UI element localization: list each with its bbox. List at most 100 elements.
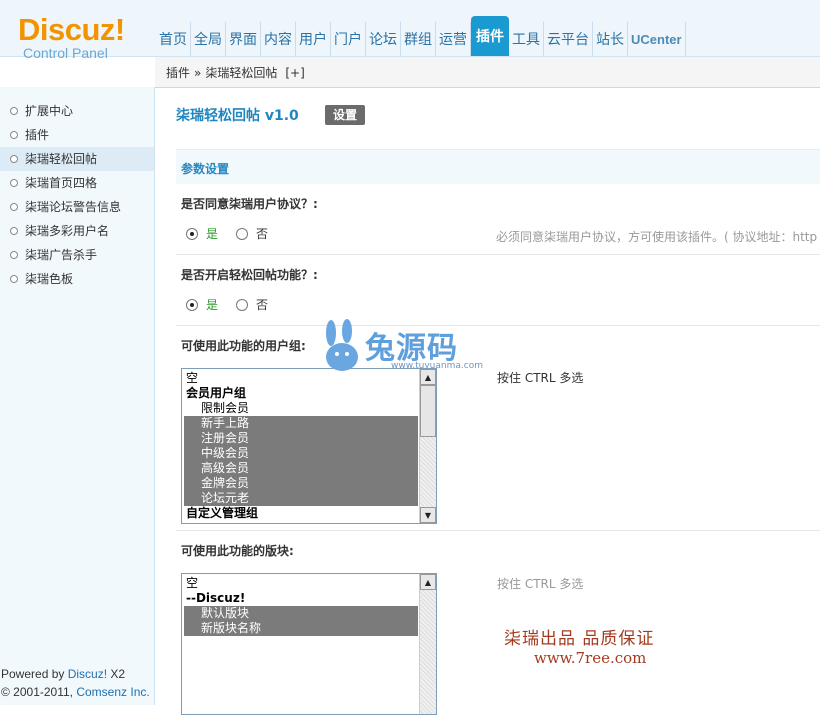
add-shortcut-button[interactable]: [+] — [285, 66, 304, 80]
bullet-icon — [10, 251, 18, 259]
breadcrumb-separator: » — [194, 66, 202, 80]
forums-hint: 按住 CTRL 多选 — [497, 577, 584, 591]
usergroups-question: 可使用此功能的用户组: — [181, 339, 306, 353]
breadcrumb-root[interactable]: 插件 — [166, 66, 190, 80]
agreement-question: 是否同意柒瑞用户协议？: — [181, 197, 318, 211]
sidebar-item-label: 扩展中心 — [25, 104, 74, 118]
sidebar-item-ad-killer[interactable]: 柒瑞广告杀手 — [0, 243, 154, 267]
forums-question: 可使用此功能的版块: — [181, 544, 294, 558]
nav-forum[interactable]: 论坛 — [366, 22, 401, 56]
sidebar-item-plugins[interactable]: 插件 — [0, 123, 154, 147]
agreement-no-label[interactable]: 否 — [256, 225, 268, 242]
bullet-icon — [10, 275, 18, 283]
powered-version: X2 — [107, 667, 126, 681]
section-header: 参数设置 — [176, 149, 820, 184]
settings-button[interactable]: 设置 — [325, 105, 365, 125]
forums-options: 空 --Discuz! 默认版块 新版块名称 — [184, 576, 418, 636]
usergroups-options: 空会员用户组 限制会员 新手上路 注册会员 中级会员 高级会员 金牌会员 论坛元老 自定义管理组 — [184, 371, 418, 521]
usergroups-multiselect[interactable]: 空会员用户组 限制会员 新手上路 注册会员 中级会员 高级会员 金牌会员 论坛元老 自定义管理组… — [181, 368, 437, 524]
bullet-icon — [10, 155, 18, 163]
copyright-prefix: © 2001-2011, — [1, 685, 77, 699]
select-option[interactable]: 会员用户组 — [184, 386, 418, 401]
select-option[interactable]: 空 — [184, 576, 418, 591]
agreement-yes-label[interactable]: 是 — [206, 225, 218, 242]
enable-radio-group: 是 否 — [186, 296, 268, 313]
sidebar-item-label: 柒瑞多彩用户名 — [25, 224, 110, 238]
nav-ucenter[interactable]: UCenter — [628, 22, 686, 56]
sidebar-item-easy-reply[interactable]: 柒瑞轻松回帖 — [0, 147, 154, 171]
enable-question: 是否开启轻松回帖功能？: — [181, 268, 318, 282]
enable-yes-label[interactable]: 是 — [206, 296, 218, 313]
select-option[interactable]: 新版块名称 — [184, 621, 418, 636]
sidebar-item-palette[interactable]: 柒瑞色板 — [0, 267, 154, 291]
select-option[interactable]: 注册会员 — [184, 431, 418, 446]
promo-url: www.7ree.com — [534, 649, 647, 667]
forums-multiselect[interactable]: 空 --Discuz! 默认版块 新版块名称 ▲ — [181, 573, 437, 715]
sidebar-item-forum-warning[interactable]: 柒瑞论坛警告信息 — [0, 195, 154, 219]
usergroups-scrollbar[interactable]: ▲ ▼ — [419, 369, 436, 523]
sidebar-item-label: 插件 — [25, 128, 50, 142]
sidebar-item-extension-center[interactable]: 扩展中心 — [0, 99, 154, 123]
nav-operation[interactable]: 运营 — [436, 22, 471, 56]
select-option[interactable]: 自定义管理组 — [184, 506, 418, 521]
divider — [176, 254, 820, 255]
sidebar-item-colorful-username[interactable]: 柒瑞多彩用户名 — [0, 219, 154, 243]
forums-scrollbar[interactable]: ▲ — [419, 574, 436, 714]
powered-by: Powered by Discuz! X2 — [1, 665, 150, 683]
breadcrumb: 插件 » 柒瑞轻松回帖 [+] — [166, 64, 305, 81]
breadcrumb-bar: 插件 » 柒瑞轻松回帖 [+] — [155, 57, 820, 88]
select-option[interactable]: 论坛元老 — [184, 491, 418, 506]
sidebar-item-label: 柒瑞轻松回帖 — [25, 152, 98, 166]
agreement-hint: 必须同意柒瑞用户协议，方可使用该插件。( 协议地址：http — [496, 230, 818, 244]
select-option[interactable]: 限制会员 — [184, 401, 418, 416]
watermark-url: www.tuyuanma.com — [391, 361, 483, 371]
select-option[interactable]: 金牌会员 — [184, 476, 418, 491]
bullet-icon — [10, 131, 18, 139]
sidebar-item-label: 柒瑞论坛警告信息 — [25, 200, 122, 214]
sidebar-item-home-grid[interactable]: 柒瑞首页四格 — [0, 171, 154, 195]
bullet-icon — [10, 203, 18, 211]
nav-groups[interactable]: 群组 — [401, 22, 436, 56]
select-option[interactable]: 默认版块 — [184, 606, 418, 621]
section-title: 参数设置 — [181, 162, 230, 176]
sidebar: 扩展中心 插件 柒瑞轻松回帖 柒瑞首页四格 柒瑞论坛警告信息 柒瑞多彩用户名 柒… — [0, 87, 155, 705]
scroll-up-icon[interactable]: ▲ — [420, 574, 436, 590]
enable-no-label[interactable]: 否 — [256, 296, 268, 313]
agreement-yes-radio[interactable] — [186, 227, 198, 240]
bullet-icon — [10, 107, 18, 115]
comsenz-link[interactable]: Comsenz Inc. — [76, 685, 149, 699]
discuz-link[interactable]: Discuz! — [68, 667, 107, 681]
select-option[interactable]: 中级会员 — [184, 446, 418, 461]
nav-users[interactable]: 用户 — [296, 22, 331, 56]
nav-global[interactable]: 全局 — [191, 22, 226, 56]
main-content: 柒瑞轻松回帖 v1.0 设置 参数设置 是否同意柒瑞用户协议？: 是 否 必须同… — [176, 87, 820, 715]
nav-portal[interactable]: 门户 — [331, 22, 366, 56]
nav-content[interactable]: 内容 — [261, 22, 296, 56]
sidebar-item-label: 柒瑞广告杀手 — [25, 248, 98, 262]
logo-subtitle: Control Panel — [23, 45, 108, 61]
discuz-logo[interactable]: Discuz! Control Panel — [18, 14, 125, 61]
nav-interface[interactable]: 界面 — [226, 22, 261, 56]
nav-home[interactable]: 首页 — [156, 22, 191, 56]
sidebar-item-label: 柒瑞首页四格 — [25, 176, 98, 190]
select-option[interactable]: 新手上路 — [184, 416, 418, 431]
scroll-thumb[interactable] — [420, 385, 436, 437]
nav-plugins[interactable]: 插件 — [471, 16, 509, 56]
bullet-icon — [10, 179, 18, 187]
breadcrumb-current: 柒瑞轻松回帖 — [205, 66, 278, 80]
bullet-icon — [10, 227, 18, 235]
divider — [176, 530, 820, 531]
powered-prefix: Powered by — [1, 667, 68, 681]
select-option[interactable]: --Discuz! — [184, 591, 418, 606]
scroll-down-icon[interactable]: ▼ — [420, 507, 436, 523]
enable-yes-radio[interactable] — [186, 298, 198, 311]
select-option[interactable]: 高级会员 — [184, 461, 418, 476]
nav-webmaster[interactable]: 站长 — [593, 22, 628, 56]
nav-cloud[interactable]: 云平台 — [544, 22, 593, 56]
enable-no-radio[interactable] — [236, 298, 249, 311]
rabbit-logo-icon — [326, 319, 358, 371]
nav-tools[interactable]: 工具 — [509, 22, 544, 56]
top-header: Discuz! Control Panel 首页 全局 界面 内容 用户 门户 … — [0, 0, 820, 61]
main-nav: 首页 全局 界面 内容 用户 门户 论坛 群组 运营 插件 工具 云平台 站长 … — [156, 14, 686, 56]
agreement-no-radio[interactable] — [236, 227, 249, 240]
